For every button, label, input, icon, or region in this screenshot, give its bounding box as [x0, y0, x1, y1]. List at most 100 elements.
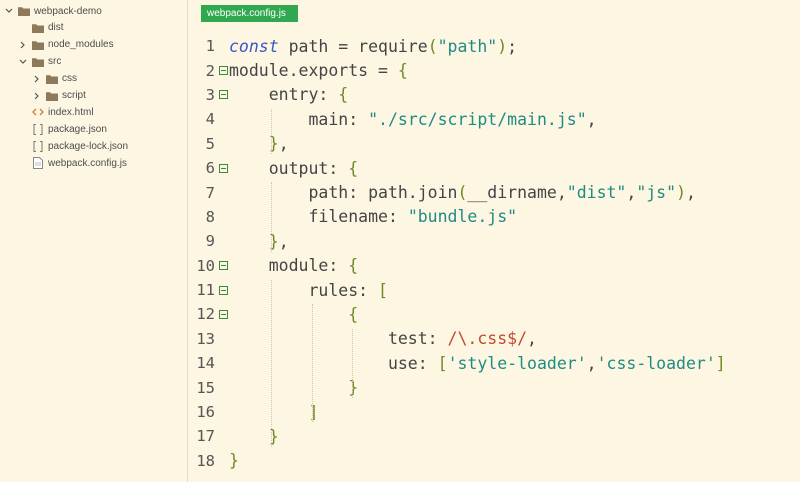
folder-item-src[interactable]: src [18, 53, 61, 70]
code-token-text: , [626, 183, 637, 203]
js-file-icon [32, 157, 44, 170]
code-line[interactable]: 14 use: ['style-loader','css-loader'] [188, 351, 800, 375]
code-token-text: path: path.join(__dirname, [229, 183, 567, 203]
code-token-text: test: [229, 329, 448, 349]
tree-item-label: webpack-demo [34, 5, 102, 17]
line-number: 9 [205, 232, 215, 251]
code-token-text: }, [268, 231, 289, 251]
code-token-string: 'style-loader' [447, 353, 587, 373]
code-text: module: { [229, 256, 358, 275]
code-token-text: , [586, 353, 597, 373]
fold-minus-icon[interactable] [219, 285, 228, 295]
file-explorer: webpack-demo dist node_modulessrc css script… [0, 0, 188, 482]
code-line[interactable]: 18} [188, 449, 800, 473]
folder-icon [18, 5, 30, 17]
indent-guide [271, 280, 273, 447]
code-text: const path = require("path"); [229, 37, 517, 56]
code-token-text: main: [229, 109, 369, 129]
code-line[interactable]: 17 } [188, 424, 800, 448]
chevron-down-icon[interactable] [18, 59, 28, 65]
line-number: 7 [205, 183, 215, 202]
code-line[interactable]: 2 module.exports = { [188, 58, 800, 82]
code-line[interactable]: 6 output: { [188, 156, 800, 180]
file-item-index-html[interactable]: index.html [18, 104, 94, 121]
folder-item-script[interactable]: script [32, 87, 86, 104]
code-token-text: } [348, 378, 359, 398]
folder-item-node-modules[interactable]: node_modules [18, 36, 114, 53]
line-number: 17 [196, 427, 215, 446]
code-text: { [229, 305, 358, 324]
code-text: } [229, 451, 239, 470]
tree-item-label: dist [48, 22, 64, 34]
code-text: }, [229, 134, 289, 153]
json-file-icon [32, 140, 44, 152]
code-text: main: "./src/script/main.js", [229, 109, 596, 129]
code-token-keyword: const [229, 36, 279, 56]
line-number: 2 [205, 61, 215, 80]
fold-minus-icon[interactable] [219, 163, 228, 173]
file-item-package-lock-json[interactable]: package-lock.json [18, 138, 128, 155]
fold-minus-icon[interactable] [219, 261, 228, 271]
folder-item-css[interactable]: css [32, 70, 77, 87]
code-line[interactable]: 7 path: path.join(__dirname,"dist","js")… [188, 180, 800, 204]
code-token-text: ); [497, 36, 518, 56]
code-line[interactable]: 11 rules: [ [188, 278, 800, 302]
file-item-webpack-config-js[interactable]: webpack.config.js [18, 155, 127, 172]
json-file-icon [32, 123, 44, 135]
code-line[interactable]: 13 test: /\.css$/, [188, 327, 800, 351]
folder-icon [32, 22, 44, 34]
code-editor[interactable]: webpack.config.js 1 const path = require(… [188, 0, 800, 482]
indent-guide [271, 109, 273, 154]
line-number: 1 [205, 37, 215, 56]
indent-guide [352, 328, 354, 398]
code-token-text: module: { [229, 256, 359, 276]
tab-webpack-config[interactable]: webpack.config.js [201, 5, 298, 22]
chevron-right-icon[interactable] [32, 75, 42, 83]
code-text: use: ['style-loader','css-loader'] [229, 354, 726, 373]
line-number: 15 [196, 378, 215, 397]
code-text: test: /\.css$/, [229, 329, 537, 348]
line-number: 8 [205, 207, 215, 226]
code-text: module.exports = { [229, 61, 408, 80]
code-line[interactable]: 1 const path = require("path"); [188, 34, 800, 58]
folder-item-dist[interactable]: dist [18, 19, 64, 36]
indent-guide [271, 182, 273, 252]
tree-item-label: css [62, 73, 77, 85]
code-line[interactable]: 5 }, [188, 132, 800, 156]
line-number: 3 [205, 85, 215, 104]
folder-icon [32, 39, 44, 51]
code-token-text: entry: { [229, 85, 349, 105]
code-line[interactable]: 8 filename: "bundle.js" [188, 205, 800, 229]
code-token-text: }, [268, 134, 289, 154]
code-token-string: "bundle.js" [407, 207, 518, 227]
code-line[interactable]: 16 ] [188, 400, 800, 424]
code-line[interactable]: 9 }, [188, 229, 800, 253]
chevron-right-icon[interactable] [32, 92, 42, 100]
code-token-string: 'css-loader' [596, 353, 716, 373]
fold-minus-icon[interactable] [219, 90, 228, 100]
fold-minus-icon[interactable] [219, 66, 228, 76]
code-line[interactable]: 10 module: { [188, 254, 800, 278]
code-text: ] [229, 403, 318, 422]
code-token-string: "./src/script/main.js" [368, 109, 587, 129]
chevron-right-icon[interactable] [18, 41, 28, 49]
fold-minus-icon[interactable] [219, 309, 228, 319]
code-line[interactable]: 15 } [188, 375, 800, 399]
line-number: 4 [205, 110, 215, 129]
code-line[interactable]: 12 { [188, 302, 800, 326]
folder-icon [46, 73, 58, 85]
code-lines[interactable]: 1 const path = require("path"); 2 module.ex… [188, 34, 800, 473]
code-text: }, [229, 232, 289, 251]
folder-item-webpack-demo[interactable]: webpack-demo [4, 3, 102, 20]
code-token-text: ), [676, 183, 696, 203]
code-token-regex: /\.css$/ [447, 329, 528, 349]
code-text: } [229, 378, 358, 397]
code-line[interactable]: 3 entry: { [188, 83, 800, 107]
code-token-text: rules: [ [229, 280, 388, 300]
tree-item-label: package.json [48, 123, 107, 135]
file-item-package-json[interactable]: package.json [18, 121, 107, 138]
code-token-string: "js" [636, 183, 677, 203]
code-line[interactable]: 4 main: "./src/script/main.js", [188, 107, 800, 131]
tree-item-label: node_modules [48, 39, 114, 51]
chevron-down-icon[interactable] [4, 8, 14, 14]
